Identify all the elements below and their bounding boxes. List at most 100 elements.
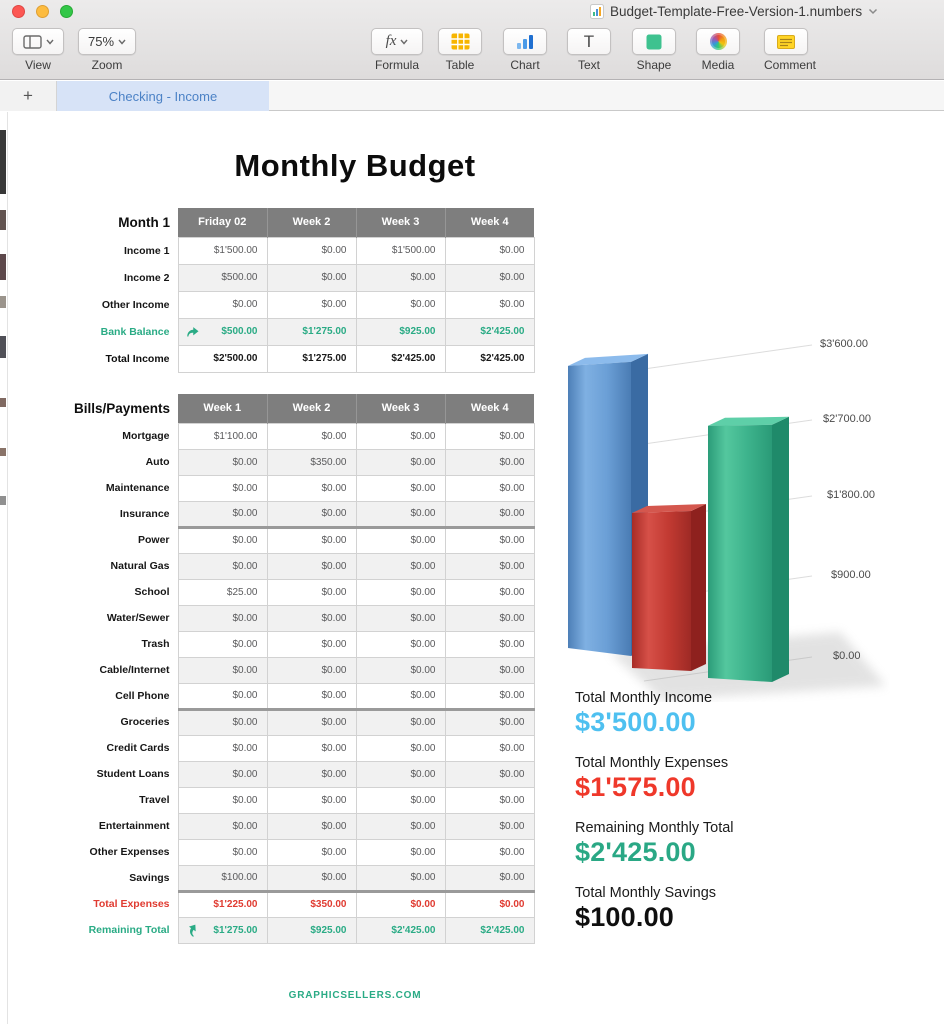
column-header-cell[interactable]: Week 3 [356,394,445,423]
spreadsheet-cell[interactable]: $0.00 [445,735,534,761]
spreadsheet-cell[interactable]: $0.00 [267,683,356,709]
spreadsheet-cell[interactable]: $0.00 [178,475,267,501]
spreadsheet-cell[interactable]: $0.00 [267,657,356,683]
spreadsheet-cell[interactable]: $0.00 [178,657,267,683]
spreadsheet-cell[interactable]: $0.00 [178,631,267,657]
spreadsheet-cell[interactable]: $925.00 [267,917,356,943]
spreadsheet-cell[interactable]: $0.00 [445,709,534,735]
row-label-cell[interactable]: Insurance [55,501,178,527]
spreadsheet-cell[interactable]: $0.00 [356,813,445,839]
spreadsheet-cell[interactable]: $0.00 [356,839,445,865]
row-label-cell[interactable]: Other Income [55,291,178,318]
insert-table-button[interactable] [438,28,482,55]
row-label-cell[interactable]: Savings [55,865,178,891]
spreadsheet-cell[interactable]: $0.00 [356,579,445,605]
spreadsheet-cell[interactable]: $0.00 [445,291,534,318]
spreadsheet-cell[interactable]: $0.00 [445,237,534,264]
row-label-cell[interactable]: Student Loans [55,761,178,787]
spreadsheet-cell[interactable]: $0.00 [178,527,267,553]
row-label-cell[interactable]: Cell Phone [55,683,178,709]
summary-item[interactable]: Remaining Monthly Total$2'425.00 [575,820,734,868]
insert-chart-button[interactable] [503,28,547,55]
spreadsheet-cell[interactable]: $0.00 [445,761,534,787]
spreadsheet-cell[interactable]: $0.00 [178,605,267,631]
spreadsheet-cell[interactable]: $0.00 [267,423,356,449]
spreadsheet-cell[interactable]: $0.00 [267,237,356,264]
row-label-cell[interactable]: Power [55,527,178,553]
spreadsheet-cell[interactable]: $2'425.00 [356,345,445,372]
spreadsheet-cell[interactable]: $0.00 [356,553,445,579]
spreadsheet-cell[interactable]: $0.00 [267,291,356,318]
spreadsheet-cell[interactable]: $0.00 [356,423,445,449]
spreadsheet-cell[interactable]: $0.00 [445,449,534,475]
spreadsheet-cell[interactable]: $0.00 [445,631,534,657]
row-label-cell[interactable]: Income 1 [55,237,178,264]
spreadsheet-cell[interactable]: $0.00 [178,735,267,761]
spreadsheet-cell[interactable]: $0.00 [356,501,445,527]
income-table[interactable]: Month 1Friday 02Week 2Week 3Week 4Income… [55,208,535,373]
row-label-cell[interactable]: Water/Sewer [55,605,178,631]
spreadsheet-cell[interactable]: $0.00 [267,553,356,579]
spreadsheet-cell[interactable]: $1'275.00 [267,318,356,345]
add-sheet-button[interactable]: + [0,81,57,111]
spreadsheet-cell[interactable]: $0.00 [267,527,356,553]
column-header-cell[interactable]: Week 1 [178,394,267,423]
spreadsheet-cell[interactable]: $350.00 [267,449,356,475]
row-label-cell[interactable]: Total Expenses [55,891,178,917]
budget-3d-bar-chart[interactable]: $3'600.00 $2'700.00 $1'800.00 $900.00 $0… [540,330,890,702]
summary-textboxes[interactable]: Total Monthly Income$3'500.00Total Month… [575,690,734,950]
spreadsheet-cell[interactable]: $0.00 [445,839,534,865]
row-label-cell[interactable]: Mortgage [55,423,178,449]
spreadsheet-cell[interactable]: $350.00 [267,891,356,917]
spreadsheet-cell[interactable]: $0.00 [356,761,445,787]
spreadsheet-cell[interactable]: $0.00 [445,579,534,605]
spreadsheet-cell[interactable]: $0.00 [445,475,534,501]
row-label-cell[interactable]: Cable/Internet [55,657,178,683]
column-header-cell[interactable]: Week 4 [445,208,534,237]
spreadsheet-cell[interactable]: $500.00 [178,318,267,345]
spreadsheet-cell[interactable]: $0.00 [356,264,445,291]
row-label-cell[interactable]: Total Income [55,345,178,372]
document-title[interactable]: Budget-Template-Free-Version-1.numbers [610,4,862,19]
spreadsheet-cell[interactable]: $0.00 [356,631,445,657]
row-label-cell[interactable]: Maintenance [55,475,178,501]
zoom-button[interactable]: 75% [78,28,136,55]
spreadsheet-cell[interactable]: $0.00 [267,475,356,501]
insert-comment-button[interactable] [764,28,808,55]
row-label-cell[interactable]: Credit Cards [55,735,178,761]
spreadsheet-cell[interactable]: $0.00 [356,605,445,631]
spreadsheet-cell[interactable]: $500.00 [178,264,267,291]
spreadsheet-cell[interactable]: $925.00 [356,318,445,345]
row-label-cell[interactable]: Natural Gas [55,553,178,579]
summary-item[interactable]: Total Monthly Income$3'500.00 [575,690,734,738]
spreadsheet-cell[interactable]: $0.00 [267,865,356,891]
spreadsheet-cell[interactable]: $0.00 [267,264,356,291]
spreadsheet-cell[interactable]: $0.00 [178,501,267,527]
spreadsheet-cell[interactable]: $1'100.00 [178,423,267,449]
spreadsheet-cell[interactable]: $0.00 [356,683,445,709]
document-title-chevron-icon[interactable] [868,8,878,15]
column-header-cell[interactable]: Week 2 [267,394,356,423]
spreadsheet-cell[interactable]: $0.00 [267,735,356,761]
spreadsheet-cell[interactable]: $25.00 [178,579,267,605]
spreadsheet-cell[interactable]: $0.00 [267,813,356,839]
spreadsheet-cell[interactable]: $0.00 [267,501,356,527]
spreadsheet-cell[interactable]: $1'500.00 [178,237,267,264]
spreadsheet-cell[interactable]: $0.00 [356,657,445,683]
spreadsheet-cell[interactable]: $0.00 [356,527,445,553]
sheet-title-textbox[interactable]: Monthly Budget [0,148,710,184]
sheet-tab-checking-income[interactable]: Checking - Income [57,81,269,111]
spreadsheet-cell[interactable]: $100.00 [178,865,267,891]
spreadsheet-cell[interactable]: $0.00 [267,761,356,787]
spreadsheet-cell[interactable]: $0.00 [356,891,445,917]
column-header-cell[interactable]: Friday 02 [178,208,267,237]
spreadsheet-cell[interactable]: $0.00 [445,813,534,839]
spreadsheet-cell[interactable]: $0.00 [445,423,534,449]
spreadsheet-cell[interactable]: $2'500.00 [178,345,267,372]
spreadsheet-cell[interactable]: $0.00 [356,865,445,891]
row-label-cell[interactable]: School [55,579,178,605]
spreadsheet-cell[interactable]: $0.00 [178,709,267,735]
spreadsheet-cell[interactable]: $0.00 [445,787,534,813]
spreadsheet-cell[interactable]: $0.00 [356,735,445,761]
spreadsheet-cell[interactable]: $0.00 [267,631,356,657]
